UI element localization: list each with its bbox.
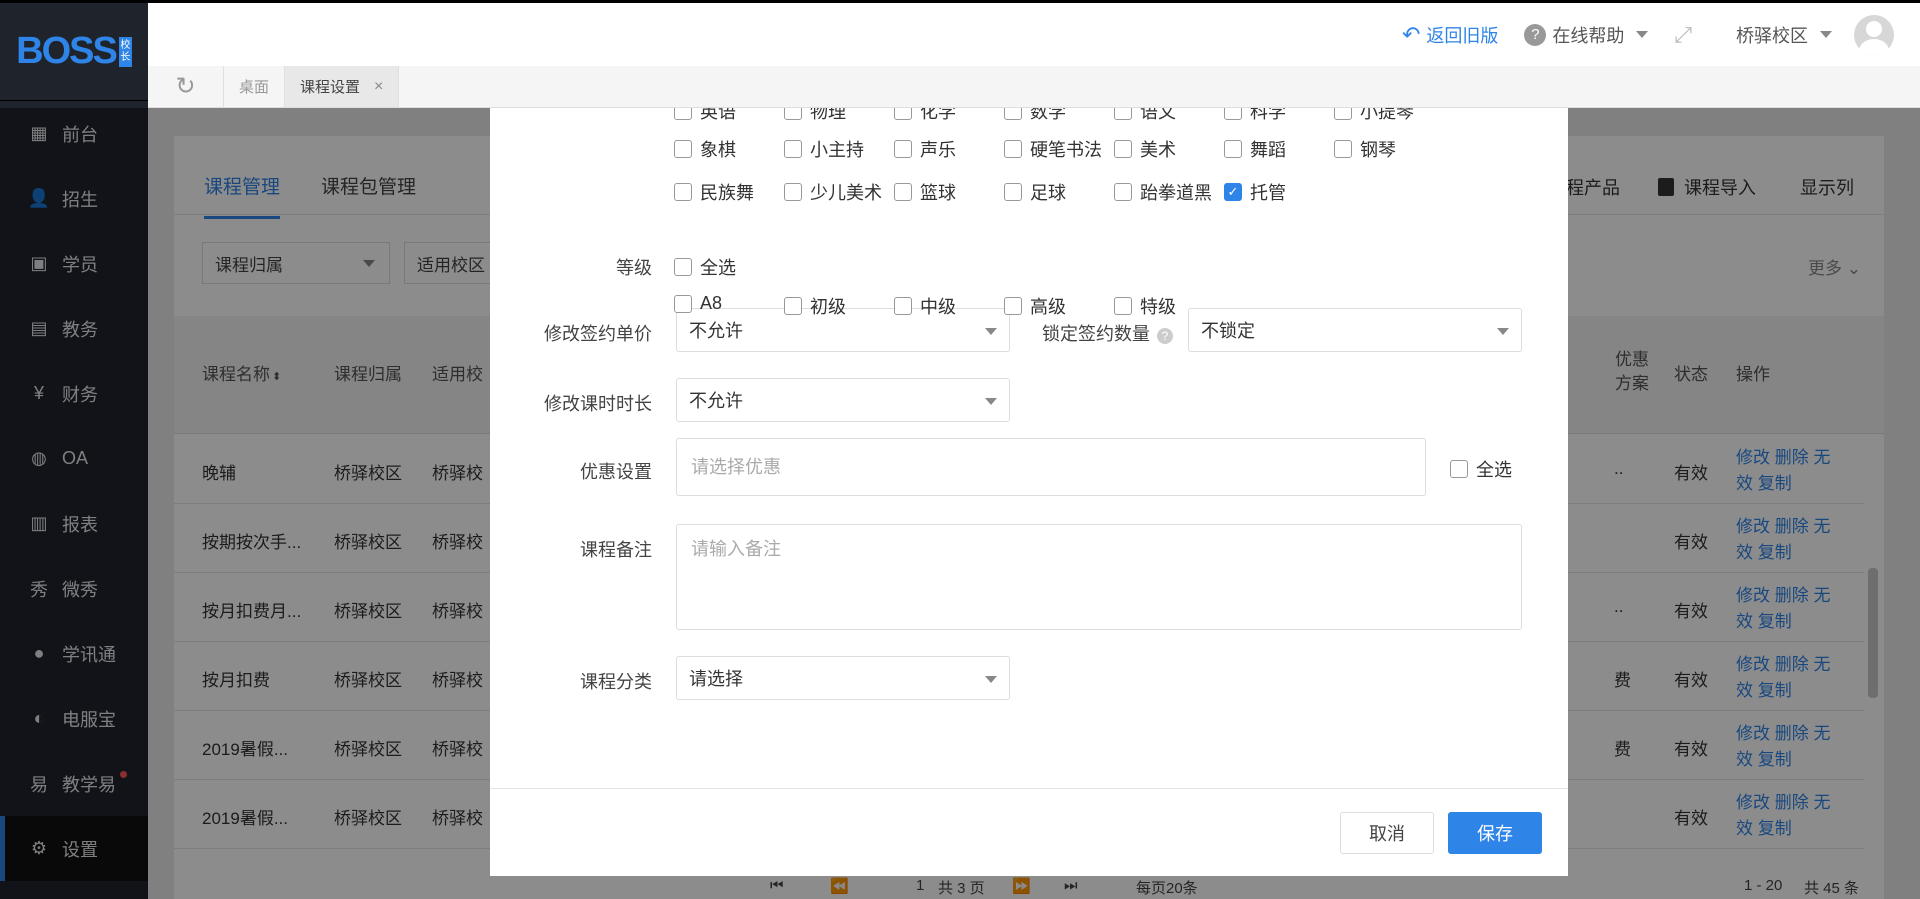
online-help-menu[interactable]: ? 在线帮助 bbox=[1524, 22, 1649, 48]
subject-checkbox[interactable]: 科学 bbox=[1224, 108, 1286, 124]
subject-checkbox[interactable]: 硬笔书法 bbox=[1004, 136, 1102, 162]
help-icon[interactable]: ? bbox=[1157, 328, 1173, 344]
subject-checkbox[interactable]: 跆拳道黑 bbox=[1114, 179, 1212, 205]
subject-checkbox[interactable]: 篮球 bbox=[894, 179, 956, 205]
subject-checkbox[interactable]: ✓ 托管 bbox=[1224, 179, 1286, 205]
close-icon[interactable]: × bbox=[374, 78, 383, 96]
checkbox-icon bbox=[1004, 183, 1022, 201]
checkbox-icon bbox=[894, 140, 912, 158]
checkbox-icon bbox=[784, 297, 802, 315]
checkbox-icon bbox=[784, 140, 802, 158]
avatar[interactable] bbox=[1854, 14, 1894, 55]
help-circle-icon: ? bbox=[1524, 23, 1547, 46]
category-select[interactable]: 请选择 bbox=[676, 656, 1010, 700]
chevron-down-icon bbox=[985, 398, 997, 405]
checkbox-icon bbox=[1114, 183, 1132, 201]
chevron-down-icon bbox=[1636, 31, 1649, 38]
checkbox-icon bbox=[1004, 140, 1022, 158]
subject-checkbox[interactable]: 初级 bbox=[784, 293, 846, 319]
chevron-down-icon bbox=[1820, 31, 1832, 38]
campus-switcher[interactable]: 桥驿校区 bbox=[1736, 22, 1832, 48]
back-old-version-link[interactable]: ↶ 返回旧版 bbox=[1402, 22, 1498, 48]
modify-price-label: 修改签约单价 bbox=[544, 324, 652, 344]
subject-checkbox[interactable]: A8 bbox=[674, 293, 722, 314]
checkbox-icon bbox=[894, 297, 912, 315]
course-edit-modal: 等级 全选 修改签约单价 不允许 锁定签约数量? 不锁定 修改课时时长 不允许 … bbox=[490, 108, 1568, 876]
checkbox-icon bbox=[674, 140, 692, 158]
subject-checkbox[interactable]: 民族舞 bbox=[674, 179, 754, 205]
subject-checkbox[interactable]: 语文 bbox=[1114, 108, 1176, 124]
tab-desktop[interactable]: 桌面 bbox=[224, 66, 286, 107]
subject-checkbox[interactable]: 小提琴 bbox=[1334, 108, 1414, 124]
refresh-icon[interactable]: ↻ bbox=[148, 66, 224, 107]
checkbox-icon bbox=[1334, 140, 1352, 158]
save-button[interactable]: 保存 bbox=[1448, 812, 1542, 854]
checkbox-icon bbox=[784, 108, 802, 120]
subject-checkbox[interactable]: 化学 bbox=[894, 108, 956, 124]
checkbox-icon bbox=[894, 108, 912, 120]
checkbox-checked-icon: ✓ bbox=[1224, 183, 1242, 201]
checkbox-icon bbox=[1004, 108, 1022, 120]
promo-input[interactable]: 请选择优惠 bbox=[676, 438, 1426, 496]
subject-checkbox[interactable]: 钢琴 bbox=[1334, 136, 1396, 162]
page-tabs-bar: ↻ 桌面 课程设置 × bbox=[148, 66, 1920, 108]
level-select-all-checkbox[interactable]: 全选 bbox=[674, 254, 736, 280]
remark-textarea[interactable]: 请输入备注 bbox=[676, 524, 1522, 630]
subject-checkbox[interactable]: 声乐 bbox=[894, 136, 956, 162]
checkbox-icon bbox=[1004, 297, 1022, 315]
modify-duration-label: 修改课时时长 bbox=[544, 394, 652, 414]
undo-icon: ↶ bbox=[1401, 21, 1421, 47]
subject-checkbox[interactable]: 特级 bbox=[1114, 293, 1176, 319]
subject-checkbox[interactable]: 数学 bbox=[1004, 108, 1066, 124]
checkbox-icon bbox=[894, 183, 912, 201]
checkbox-icon bbox=[674, 294, 692, 313]
top-bar: ↶ 返回旧版 ? 在线帮助 ⤢ 桥驿校区 bbox=[148, 0, 1920, 66]
tab-course-settings[interactable]: 课程设置 × bbox=[285, 66, 400, 107]
remark-label: 课程备注 bbox=[580, 540, 652, 560]
checkbox-icon bbox=[1114, 297, 1132, 315]
promo-select-all-checkbox[interactable]: 全选 bbox=[1450, 456, 1512, 482]
checkbox-icon bbox=[1114, 140, 1132, 158]
subject-checkbox[interactable]: 足球 bbox=[1004, 179, 1066, 205]
checkbox-icon bbox=[1224, 140, 1242, 158]
modal-footer: 取消 保存 bbox=[490, 788, 1568, 876]
subject-checkbox[interactable]: 美术 bbox=[1114, 136, 1176, 162]
modify-duration-select[interactable]: 不允许 bbox=[676, 378, 1010, 422]
expand-icon: ⤢ bbox=[1674, 21, 1692, 47]
cancel-button[interactable]: 取消 bbox=[1340, 812, 1434, 854]
checkbox-icon bbox=[1334, 108, 1352, 120]
fullscreen-button[interactable]: ⤢ bbox=[1674, 22, 1692, 48]
checkbox-icon bbox=[674, 108, 692, 120]
lock-quantity-select[interactable]: 不锁定 bbox=[1188, 308, 1522, 352]
chevron-down-icon bbox=[985, 676, 997, 683]
subject-checkbox[interactable]: 少儿美术 bbox=[784, 179, 882, 205]
chevron-down-icon bbox=[985, 328, 997, 335]
checkbox-icon bbox=[674, 183, 692, 201]
level-label: 等级 bbox=[616, 258, 652, 278]
subject-checkbox[interactable]: 舞蹈 bbox=[1224, 136, 1286, 162]
subject-checkbox[interactable]: 物理 bbox=[784, 108, 846, 124]
subject-checkbox[interactable]: 中级 bbox=[894, 293, 956, 319]
logo: BOSS 校长 bbox=[0, 3, 148, 101]
category-label: 课程分类 bbox=[580, 672, 652, 692]
subject-checkbox[interactable]: 高级 bbox=[1004, 293, 1066, 319]
logo-tag: 校长 bbox=[118, 36, 132, 67]
chevron-down-icon bbox=[1497, 328, 1509, 335]
checkbox-icon bbox=[1224, 108, 1242, 120]
subject-checkbox[interactable]: 英语 bbox=[674, 108, 736, 124]
subject-checkbox[interactable]: 象棋 bbox=[674, 136, 736, 162]
promo-label: 优惠设置 bbox=[580, 462, 652, 482]
logo-text: BOSS bbox=[16, 30, 118, 72]
checkbox-icon bbox=[784, 183, 802, 201]
checkbox-icon bbox=[1114, 108, 1132, 120]
subject-checkbox[interactable]: 小主持 bbox=[784, 136, 864, 162]
lock-quantity-label: 锁定签约数量? bbox=[1042, 320, 1173, 346]
